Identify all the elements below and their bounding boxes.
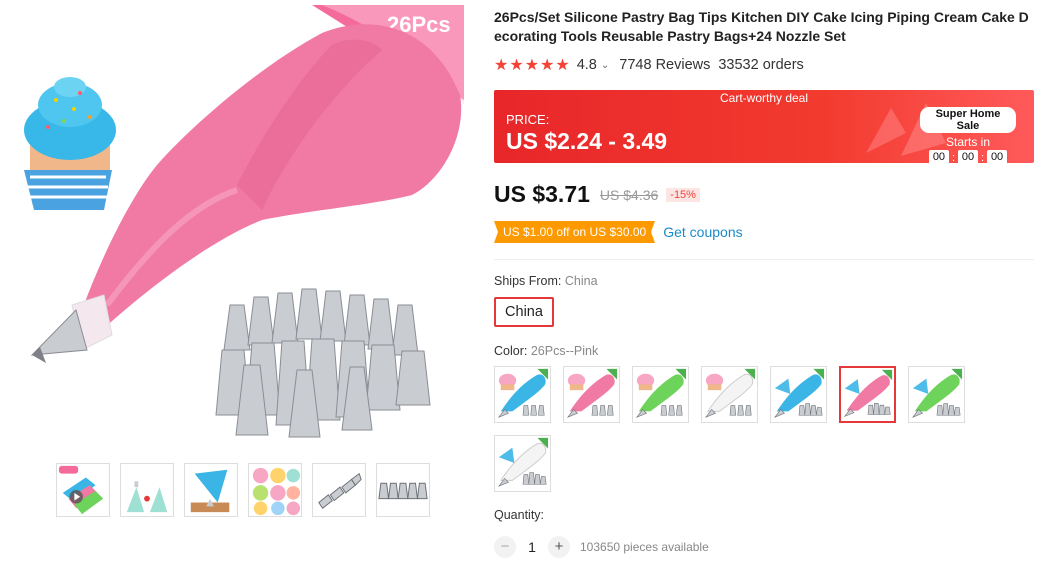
ships-from-label: Ships From: China <box>494 274 598 288</box>
sale-countdown: Super Home Sale Starts in 00: 00: 00 <box>920 107 1016 163</box>
color-selected-value: 26Pcs--Pink <box>530 344 599 358</box>
countdown-timer: 00: 00: 00 <box>920 150 1016 163</box>
star-rating-icon: ★★★★★ <box>494 57 571 74</box>
deal-banner: Cart-worthy deal PRICE: US $2.24 - 3.49 … <box>494 90 1034 163</box>
blue-bag-tips-icon <box>771 367 826 422</box>
green-bag-cupcake-icon <box>633 367 688 422</box>
green-bag-tips-icon <box>909 367 964 422</box>
orders-count: 33532 orders <box>718 57 804 73</box>
color-swatch-pink-bag-cupcake[interactable] <box>563 366 620 423</box>
color-swatch-white-bag-tips[interactable] <box>494 435 551 492</box>
quantity-label: Quantity: <box>494 508 545 522</box>
starts-in-label: Starts in <box>945 135 990 149</box>
white-bag-tips-icon <box>495 436 550 491</box>
current-price: US $3.71 <box>494 181 590 207</box>
coupon-badge[interactable]: US $1.00 off on US $30.00 <box>494 221 656 243</box>
timer-seconds: 00 <box>987 150 1008 163</box>
product-gallery: 26Pcs <box>0 0 470 569</box>
deal-price-range: US $2.24 - 3.49 <box>506 128 668 154</box>
product-title: 26Pcs/Set Silicone Pastry Bag Tips Kitch… <box>494 9 1029 44</box>
color-swatch-blue-bag-tips[interactable] <box>770 366 827 423</box>
thumbnail-5[interactable] <box>312 463 366 517</box>
thumbnail-6[interactable] <box>376 463 430 517</box>
cupcake <box>24 77 116 210</box>
quantity-increase-button[interactable]: + <box>548 536 570 558</box>
reviews-link[interactable]: 7748 Reviews <box>619 57 710 73</box>
pieces-available: 103650 pieces available <box>580 540 709 554</box>
quantity-decrease-button[interactable]: − <box>494 536 516 558</box>
color-label: Color: 26Pcs--Pink <box>494 344 598 358</box>
pastry-bag-illustration: 26Pcs <box>24 5 464 438</box>
thumbnail-2[interactable] <box>120 463 174 517</box>
pink-bag-cupcake-icon <box>564 367 619 422</box>
color-swatch-pink-bag-tips[interactable] <box>839 366 896 423</box>
original-price: US $4.36 <box>599 186 659 203</box>
ships-from-value: China <box>564 274 598 288</box>
sale-title: Super Home Sale <box>920 107 1016 133</box>
main-product-image[interactable]: 26Pcs <box>12 5 464 453</box>
deal-price-label: PRICE: <box>506 112 550 127</box>
color-swatch-green-bag-tips[interactable] <box>908 366 965 423</box>
thumbnail-1[interactable] <box>56 463 110 517</box>
white-bag-cupcake-icon <box>702 367 757 422</box>
price-row: US $3.71 US $4.36 -15% <box>494 181 700 208</box>
thumbnail-4[interactable] <box>248 463 302 517</box>
coupon-row: US $1.00 off on US $30.00 Get coupons <box>494 221 743 243</box>
timer-hours: 00 <box>928 150 949 163</box>
discount-badge: -15% <box>666 187 700 202</box>
color-swatch-blue-bag-cupcake[interactable] <box>494 366 551 423</box>
thumbnail-strip <box>56 463 430 517</box>
pink-bag-tips-icon <box>841 368 894 421</box>
color-swatches <box>494 366 974 492</box>
blue-bag-cupcake-icon <box>495 367 550 422</box>
color-title: Color: <box>494 344 528 358</box>
rating-value[interactable]: 4.8 <box>577 57 597 73</box>
timer-minutes: 00 <box>958 150 978 163</box>
rating-row: ★★★★★ 4.8 ⌄ 7748 Reviews 33532 orders <box>494 54 1034 76</box>
get-coupons-link[interactable]: Get coupons <box>663 224 742 240</box>
quantity-stepper: − 1 + 103650 pieces available <box>494 536 709 558</box>
color-swatch-green-bag-cupcake[interactable] <box>632 366 689 423</box>
nozzle-tips <box>215 288 431 438</box>
thumbnail-3[interactable] <box>184 463 238 517</box>
chevron-down-icon[interactable]: ⌄ <box>601 60 609 71</box>
product-info: 26Pcs/Set Silicone Pastry Bag Tips Kitch… <box>494 8 1034 558</box>
ship-option-china[interactable]: China <box>494 297 554 327</box>
quantity-value[interactable]: 1 <box>516 539 548 555</box>
color-swatch-white-bag-cupcake[interactable] <box>701 366 758 423</box>
divider <box>494 259 1034 260</box>
ships-from-title: Ships From: <box>494 274 562 288</box>
